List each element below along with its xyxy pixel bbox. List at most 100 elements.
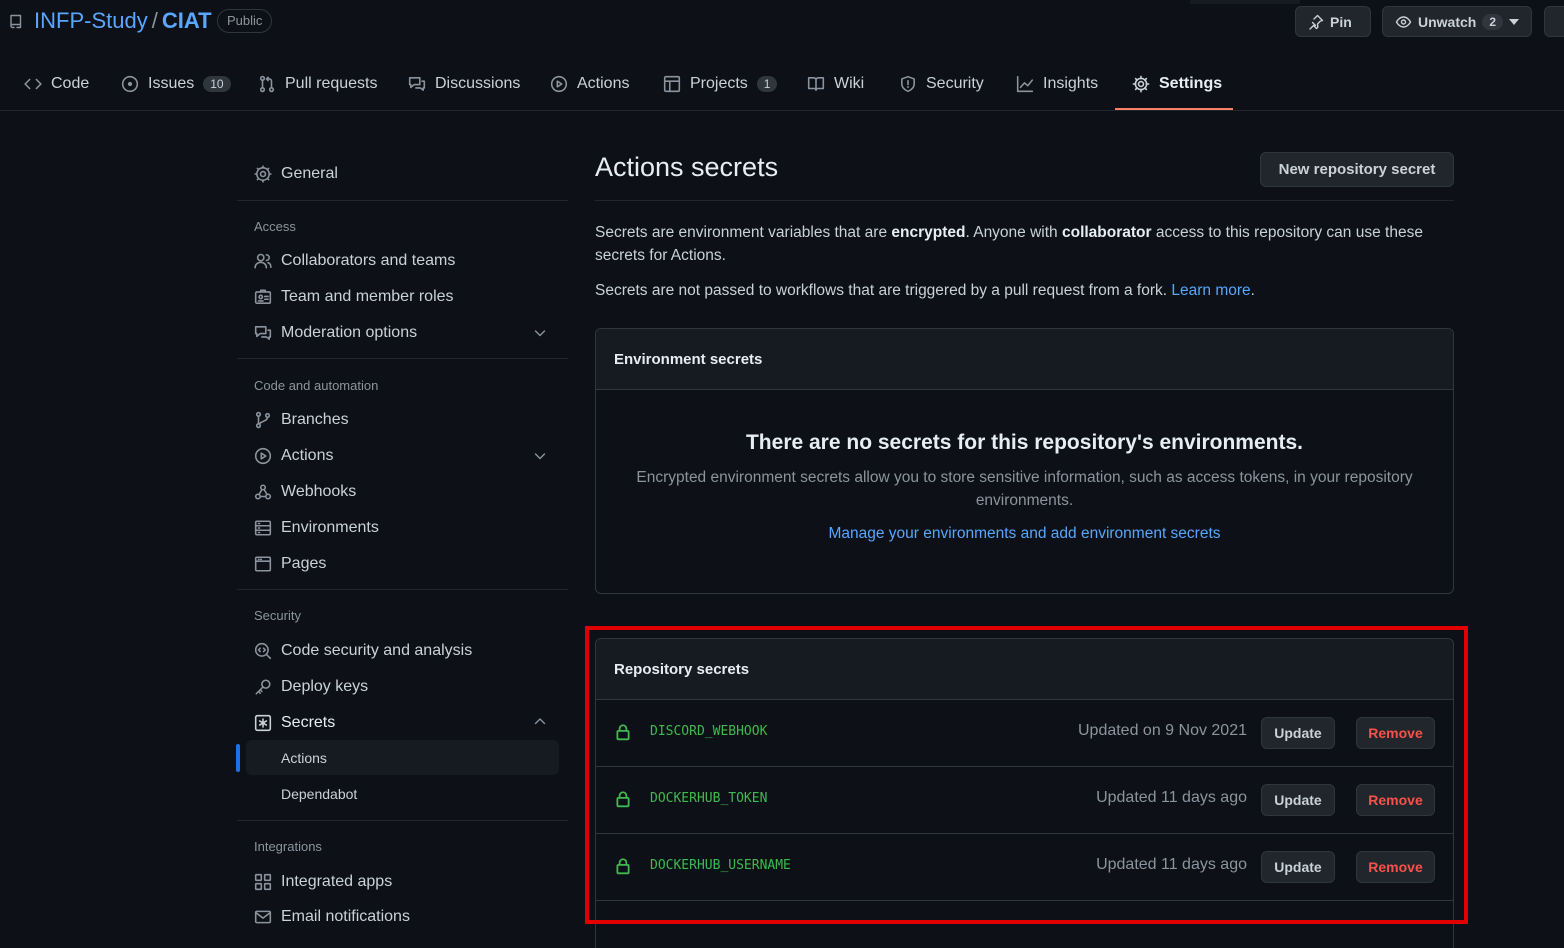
pin-label: Pin xyxy=(1330,13,1352,30)
tab-label: Security xyxy=(926,74,984,92)
desc-text: Secrets are environment variables that a… xyxy=(595,224,892,241)
learn-more-link[interactable]: Learn more xyxy=(1171,282,1250,299)
sidebar-item-actions[interactable]: Actions xyxy=(254,442,333,470)
sidebar-item-label: Actions xyxy=(281,749,327,766)
sidebar-item-deploy-keys[interactable]: Deploy keys xyxy=(254,673,368,701)
tab-discussions[interactable]: Discussions xyxy=(408,56,520,111)
tab-code[interactable]: Code xyxy=(24,56,89,111)
sidebar-item-code-security[interactable]: Code security and analysis xyxy=(254,637,472,665)
tab-wiki[interactable]: Wiki xyxy=(807,56,864,111)
sidebar-group-security: Security xyxy=(254,608,301,623)
sidebar-item-label: Pages xyxy=(281,555,327,572)
secret-row: DOCKERHUB_USERNAME Updated 11 days ago U… xyxy=(596,834,1453,901)
sidebar-item-integrated-apps[interactable]: Integrated apps xyxy=(254,868,392,896)
sidebar-divider xyxy=(237,200,568,201)
sidebar-item-label: Moderation options xyxy=(281,324,418,341)
repo-owner-link[interactable]: INFP-Study xyxy=(34,8,148,33)
repository-secrets-header: Repository secrets xyxy=(596,639,1453,700)
graph-icon xyxy=(1016,75,1034,93)
update-secret-button[interactable]: Update xyxy=(1261,717,1335,749)
tab-label: Issues xyxy=(148,74,195,92)
remove-secret-button[interactable]: Remove xyxy=(1356,784,1435,816)
sidebar-item-general[interactable]: General xyxy=(254,160,338,188)
secret-updated: Updated 11 days ago xyxy=(1096,789,1247,806)
sidebar-item-label: Email notifications xyxy=(281,908,410,925)
desc-bold-encrypted: encrypted xyxy=(891,224,966,241)
tab-insights[interactable]: Insights xyxy=(1016,56,1098,111)
visibility-badge: Public xyxy=(217,9,273,33)
sidebar-item-label: Dependabot xyxy=(281,785,358,802)
sidebar-item-environments[interactable]: Environments xyxy=(254,514,379,542)
browser-icon xyxy=(254,555,272,573)
repo-header: INFP-Study / CIAT Public Pin Unwatch 2 xyxy=(0,0,1564,44)
update-secret-button[interactable]: Update xyxy=(1261,784,1335,816)
sidebar-subitem-secrets-actions[interactable]: Actions xyxy=(246,740,559,775)
tab-security[interactable]: Security xyxy=(899,56,984,111)
sidebar-item-secrets[interactable]: Secrets xyxy=(254,709,335,737)
secrets-description: Secrets are environment variables that a… xyxy=(595,221,1445,267)
tab-issues[interactable]: Issues 10 xyxy=(121,56,231,111)
tab-label: Settings xyxy=(1159,74,1223,92)
comment-discussion-icon xyxy=(408,75,426,93)
comment-discussion-icon xyxy=(254,324,272,342)
tab-projects[interactable]: Projects 1 xyxy=(663,56,778,111)
active-tab-underline xyxy=(1115,108,1233,110)
sidebar-item-label: Team and member roles xyxy=(281,288,454,305)
sidebar-item-branches[interactable]: Branches xyxy=(254,406,349,434)
sidebar-subitem-secrets-dependabot[interactable]: Dependabot xyxy=(246,776,559,811)
tab-actions[interactable]: Actions xyxy=(550,56,629,111)
page-title: Actions secrets xyxy=(595,152,779,182)
remove-secret-button[interactable]: Remove xyxy=(1356,851,1435,883)
header-more-button[interactable] xyxy=(1544,6,1564,37)
sidebar-item-label: Code security and analysis xyxy=(281,642,473,659)
tab-settings[interactable]: Settings xyxy=(1132,56,1222,111)
triangle-down-icon xyxy=(1509,18,1520,25)
active-item-marker xyxy=(236,744,240,772)
update-secret-button[interactable]: Update xyxy=(1261,851,1335,883)
sidebar-item-label: Collaborators and teams xyxy=(281,252,456,269)
chevron-down-icon[interactable] xyxy=(532,448,548,464)
environment-secrets-header: Environment secrets xyxy=(596,329,1453,390)
new-repository-secret-button[interactable]: New repository secret xyxy=(1260,152,1454,187)
secret-updated: Updated 11 days ago xyxy=(1096,856,1247,873)
sidebar-item-label: Secrets xyxy=(281,714,336,731)
sidebar-item-label: Deploy keys xyxy=(281,678,369,695)
sidebar-item-team-roles[interactable]: Team and member roles xyxy=(254,283,454,311)
book-icon xyxy=(807,75,825,93)
title-divider xyxy=(595,200,1454,201)
sidebar-divider xyxy=(237,820,568,821)
chevron-up-icon[interactable] xyxy=(532,713,548,729)
repo-separator: / xyxy=(151,8,158,33)
pin-icon xyxy=(1308,14,1324,30)
sidebar-item-webhooks[interactable]: Webhooks xyxy=(254,478,356,506)
sidebar-item-pages[interactable]: Pages xyxy=(254,550,326,578)
env-blank-title: There are no secrets for this repository… xyxy=(745,431,1303,454)
manage-environments-link: Manage your environments and add environ… xyxy=(596,525,1453,543)
fork-note: Secrets are not passed to workflows that… xyxy=(595,279,1445,302)
sidebar-item-collaborators[interactable]: Collaborators and teams xyxy=(254,247,455,275)
sidebar-item-label: Actions xyxy=(281,447,334,464)
secret-updated: Updated on 9 Nov 2021 xyxy=(1077,722,1247,739)
tab-label: Discussions xyxy=(435,74,521,92)
asterisk-icon xyxy=(254,714,272,732)
play-icon xyxy=(550,75,568,93)
pin-button[interactable]: Pin xyxy=(1295,6,1371,37)
sidebar-item-email-notifications[interactable]: Email notifications xyxy=(254,903,410,931)
secret-name: DISCORD_WEBHOOK xyxy=(650,724,768,739)
sidebar-group-code-automation: Code and automation xyxy=(254,378,379,393)
unwatch-button[interactable]: Unwatch 2 xyxy=(1382,6,1532,37)
manage-environments-link-text[interactable]: Manage your environments and add environ… xyxy=(828,525,1220,542)
sidebar-item-label: General xyxy=(281,165,338,182)
lock-icon xyxy=(614,790,632,808)
desc-text: Secrets are not passed to workflows that… xyxy=(595,282,1172,299)
sidebar-group-access: Access xyxy=(254,219,296,234)
projects-count: 1 xyxy=(756,75,778,92)
sidebar-item-label: Branches xyxy=(281,411,349,428)
sidebar-item-label: Integrated apps xyxy=(281,873,393,890)
code-icon xyxy=(24,75,42,93)
remove-secret-button[interactable]: Remove xyxy=(1356,717,1435,749)
tab-pull-requests[interactable]: Pull requests xyxy=(258,56,378,111)
sidebar-item-moderation[interactable]: Moderation options xyxy=(254,319,417,347)
chevron-down-icon[interactable] xyxy=(532,325,548,341)
repo-name-link[interactable]: CIAT xyxy=(162,8,212,33)
